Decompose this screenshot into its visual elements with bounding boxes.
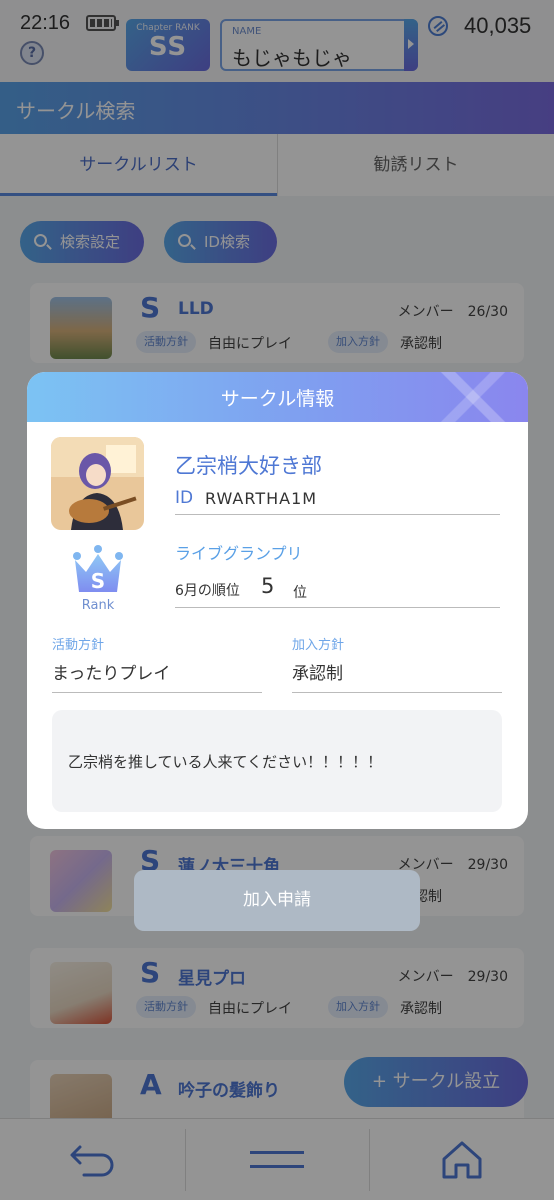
circle-message-box: 乙宗梢を推している人来てください！！！！！ xyxy=(52,710,502,812)
dialog-header: サークル情報 xyxy=(27,372,528,422)
circle-info-dialog: サークル情報 S Rank 乙宗梢大好き部 ID RWARTHA1M ライブグラ… xyxy=(27,372,528,829)
join-request-button[interactable]: 加入申請 xyxy=(134,870,420,931)
activity-policy-value: まったりプレイ xyxy=(52,664,171,684)
circle-name: 乙宗梢大好き部 xyxy=(175,454,322,478)
join-policy-label: 加入方針 xyxy=(292,638,345,653)
grand-prix-label: ライブグランプリ xyxy=(175,544,303,563)
ranking-label: 6月の順位 xyxy=(175,583,240,599)
circle-id-label: ID xyxy=(175,488,194,508)
rank-letter: S xyxy=(91,569,105,593)
rank-crown-icon: S xyxy=(73,545,123,593)
activity-policy-label: 活動方針 xyxy=(52,638,105,653)
circle-message: 乙宗梢を推している人来てください！！！！！ xyxy=(68,753,383,771)
circle-avatar xyxy=(51,437,144,530)
join-policy-value: 承認制 xyxy=(292,664,343,684)
rank-label: Rank xyxy=(81,598,115,613)
dialog-title: サークル情報 xyxy=(220,388,335,410)
circle-id: RWARTHA1M xyxy=(205,489,318,508)
ranking-unit: 位 xyxy=(293,585,307,601)
ranking-value: 5 xyxy=(261,574,275,598)
